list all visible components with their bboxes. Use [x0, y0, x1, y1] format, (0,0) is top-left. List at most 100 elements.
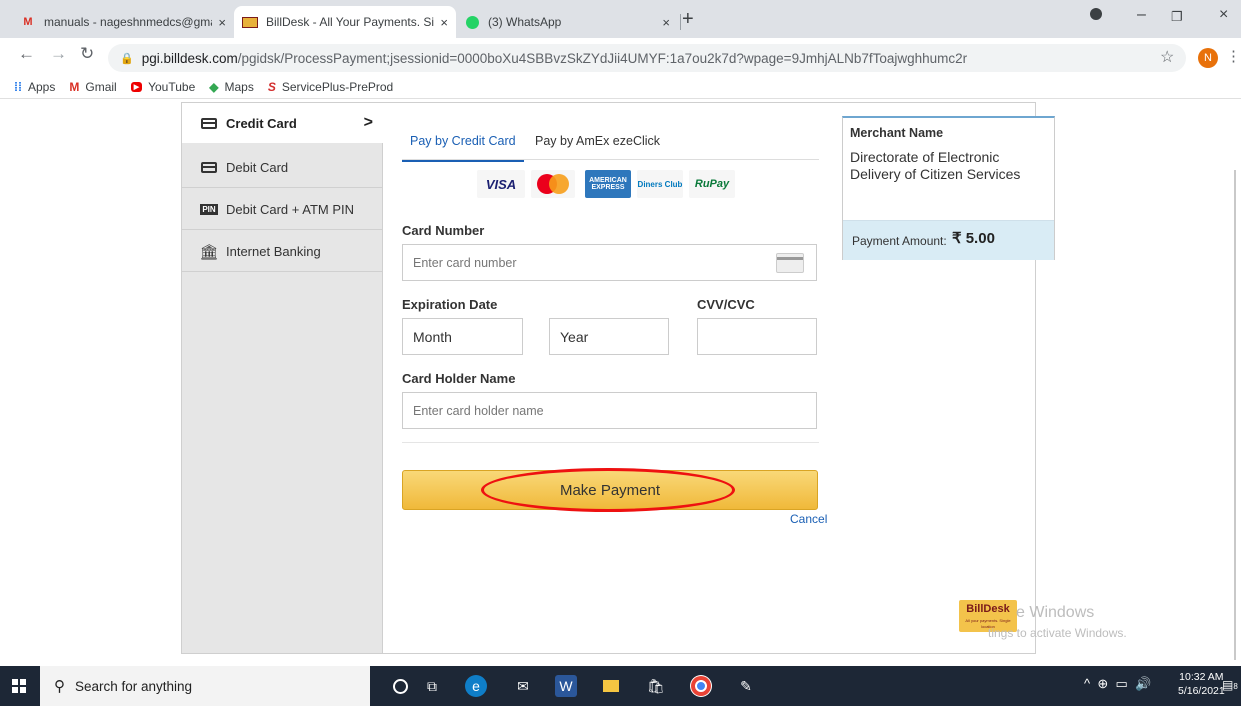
- card-number-label: Card Number: [402, 223, 485, 238]
- menu-item-debit-atm-pin[interactable]: PIN Debit Card + ATM PIN: [182, 190, 382, 230]
- new-tab-button[interactable]: +: [682, 8, 694, 31]
- bookmark-serviceplus[interactable]: S ServicePlus-PreProd: [268, 80, 393, 94]
- activate-windows-subtext: tings to activate Windows.: [988, 626, 1127, 640]
- gmail-icon: M: [23, 16, 33, 28]
- cvv-label: CVV/CVC: [697, 297, 755, 312]
- maps-pin-icon: ◆: [209, 80, 219, 94]
- menu-item-label: Internet Banking: [226, 244, 321, 259]
- tab-pay-by-amex-ezeclick[interactable]: Pay by AmEx ezeClick: [535, 134, 660, 148]
- forward-icon[interactable]: →: [50, 44, 67, 64]
- task-view-icon[interactable]: ⧉: [421, 675, 443, 697]
- mail-icon[interactable]: ✉: [512, 675, 534, 697]
- menu-item-credit-card[interactable]: Credit Card >: [182, 103, 383, 143]
- bookmarks-bar: ⁞⁞ Apps M Gmail ▶ YouTube ◆ Maps S ServicePlu…: [0, 76, 1241, 98]
- taskbar-search[interactable]: ⚲ Search for anything: [40, 666, 370, 706]
- close-tab-icon[interactable]: ×: [662, 15, 670, 30]
- close-window-icon[interactable]: ×: [1219, 6, 1228, 24]
- tab-title: (3) WhatsApp: [488, 15, 562, 29]
- windows-start-icon[interactable]: [12, 679, 26, 693]
- menu-item-label: Debit Card: [226, 160, 289, 175]
- reload-icon[interactable]: ↻: [80, 44, 94, 64]
- expiration-date-label: Expiration Date: [402, 297, 498, 312]
- merchant-name: Directorate of Electronic Delivery of Ci…: [850, 149, 1021, 182]
- mastercard-logo: [531, 170, 575, 198]
- rupay-logo: RuPay: [689, 170, 735, 198]
- chrome-icon[interactable]: [690, 675, 712, 697]
- menu-item-label: Debit Card + ATM PIN: [226, 202, 354, 217]
- debit-card-icon: [200, 161, 218, 174]
- system-tray-icons[interactable]: ^ ⊕ ▭ 🔊: [1084, 676, 1151, 692]
- file-explorer-icon[interactable]: [600, 675, 622, 697]
- chevron-right-icon: >: [363, 114, 373, 131]
- address-bar[interactable]: 🔒 pgi.billdesk.com/pgidsk/ProcessPayment…: [108, 44, 1186, 72]
- menu-icon[interactable]: ⋮: [1226, 47, 1241, 65]
- bookmark-youtube[interactable]: ▶ YouTube: [130, 80, 196, 94]
- bookmark-gmail[interactable]: M Gmail: [69, 80, 116, 94]
- payment-amount-value: ₹ 5.00: [952, 230, 995, 247]
- back-icon[interactable]: ←: [18, 44, 35, 64]
- billdesk-icon: [242, 14, 258, 30]
- tab-separator: [680, 14, 681, 30]
- profile-avatar[interactable]: N: [1198, 48, 1218, 68]
- diners-club-logo: Diners Club: [637, 170, 683, 198]
- edge-icon[interactable]: e: [465, 675, 487, 697]
- bookmark-label: Gmail: [85, 80, 117, 94]
- tab-pay-by-credit-card[interactable]: Pay by Credit Card: [402, 134, 524, 162]
- divider: [402, 442, 819, 443]
- merchant-title: Merchant Name: [850, 126, 944, 140]
- visa-logo: VISA: [477, 170, 525, 198]
- menu-item-debit-card[interactable]: Debit Card: [182, 148, 382, 188]
- scrollbar[interactable]: [1234, 170, 1236, 660]
- taskbar-search-placeholder: Search for anything: [75, 678, 193, 694]
- bookmark-label: YouTube: [148, 80, 196, 94]
- year-select[interactable]: Year: [549, 318, 669, 355]
- profile-menu-icon[interactable]: [1090, 8, 1102, 20]
- highlight-annotation: [481, 468, 735, 512]
- clock-date: 5/16/2021: [1178, 685, 1225, 697]
- notification-icon[interactable]: ▤8: [1222, 678, 1238, 692]
- store-icon[interactable]: 🛍: [645, 675, 667, 697]
- star-icon[interactable]: ☆: [1160, 47, 1174, 67]
- payment-amount-label: Payment Amount:: [852, 234, 947, 248]
- bookmark-apps[interactable]: ⁞⁞ Apps: [14, 80, 55, 94]
- month-select[interactable]: Month: [402, 318, 523, 355]
- bookmark-maps[interactable]: ◆ Maps: [209, 80, 254, 94]
- lock-icon: 🔒: [120, 52, 134, 65]
- payment-method-menu: Credit Card > Debit Card PIN Debit Card …: [182, 103, 383, 653]
- card-holder-label: Card Holder Name: [402, 371, 516, 386]
- tab-billdesk[interactable]: BillDesk - All Your Payments. Sing ×: [234, 6, 456, 38]
- serviceplus-icon: S: [267, 80, 276, 94]
- bookmark-label: Apps: [28, 80, 56, 94]
- cortana-icon[interactable]: [389, 675, 411, 697]
- youtube-icon: ▶: [130, 82, 143, 92]
- pin-icon: PIN: [200, 204, 218, 215]
- divider: [0, 98, 1241, 99]
- close-tab-icon[interactable]: ×: [440, 15, 448, 30]
- card-number-input[interactable]: [402, 244, 817, 281]
- activate-windows-watermark: e Windows: [1016, 604, 1095, 621]
- minimize-icon[interactable]: –: [1137, 6, 1146, 24]
- url-host: pgi.billdesk.com: [141, 50, 238, 66]
- tab-title: BillDesk - All Your Payments. Sing: [266, 15, 435, 29]
- restore-icon[interactable]: ❐: [1171, 9, 1183, 25]
- credit-card-icon: [200, 117, 218, 130]
- clock-time: 10:32 AM: [1179, 671, 1224, 683]
- gmail-icon: M: [69, 80, 80, 94]
- card-holder-input[interactable]: [402, 392, 817, 429]
- close-tab-icon[interactable]: ×: [218, 15, 226, 30]
- taskbar-clock[interactable]: 10:32 AM 5/16/2021: [1178, 670, 1225, 698]
- whatsapp-icon: [464, 14, 480, 30]
- tab-whatsapp[interactable]: (3) WhatsApp ×: [456, 6, 678, 38]
- word-icon[interactable]: W: [555, 675, 577, 697]
- tab-gmail[interactable]: M manuals - nageshnmedcs@gmail ×: [12, 6, 234, 38]
- bookmark-label: Maps: [224, 80, 254, 94]
- cvv-input[interactable]: [697, 318, 817, 355]
- divider: [402, 159, 819, 160]
- snipping-tool-icon[interactable]: ✎: [735, 675, 757, 697]
- apps-grid-icon: ⁞⁞: [14, 80, 22, 94]
- cancel-link[interactable]: Cancel: [790, 512, 827, 526]
- menu-item-label: Credit Card: [226, 115, 297, 131]
- card-icon: [776, 253, 804, 273]
- menu-item-internet-banking[interactable]: 🏛 Internet Banking: [182, 232, 382, 272]
- search-icon: ⚲: [54, 678, 65, 695]
